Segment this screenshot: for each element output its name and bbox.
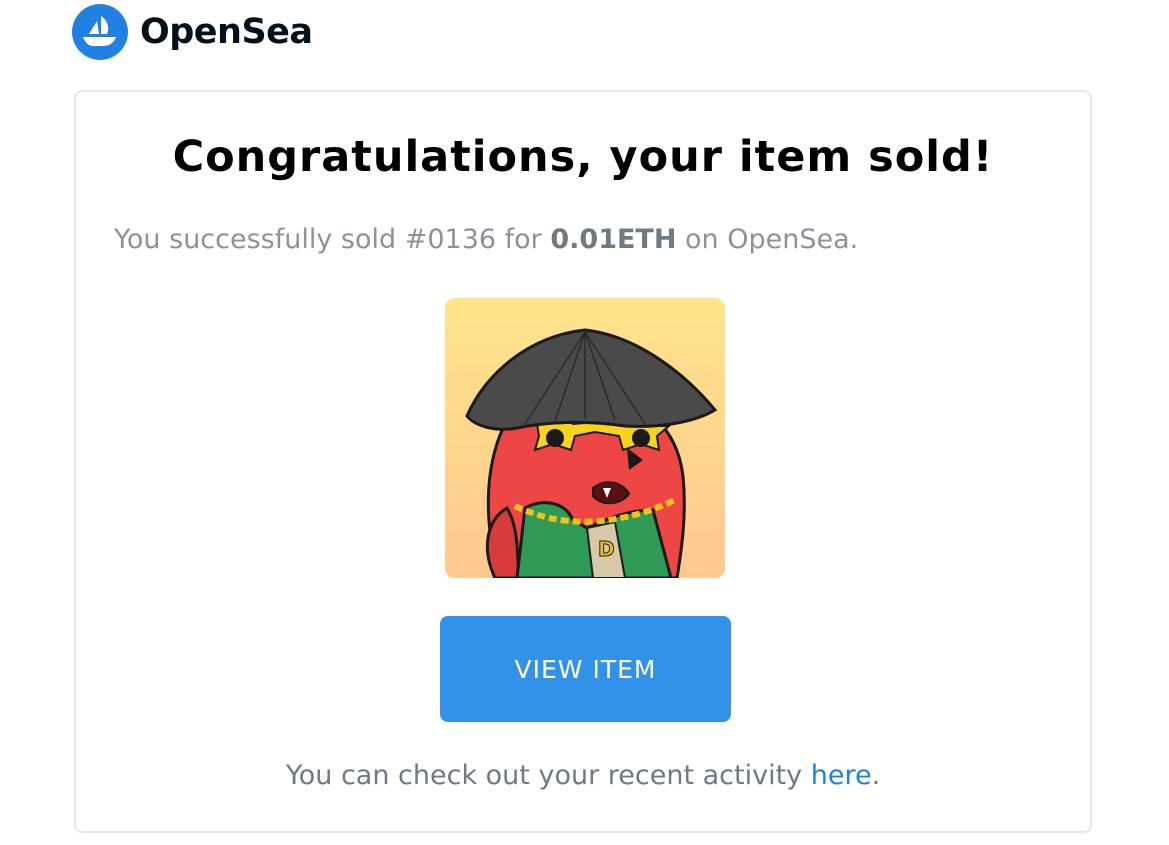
message-suffix: on OpenSea. (676, 224, 859, 255)
activity-note-text: You can check out your recent activity (285, 760, 811, 791)
brand-name[interactable]: OpenSea (140, 12, 313, 52)
activity-link[interactable]: here (811, 760, 872, 791)
message-prefix: You successfully sold #0136 for (114, 224, 551, 255)
email-card: Congratulations, your item sold! You suc… (74, 90, 1092, 833)
sale-message: You successfully sold #0136 for 0.01ETH … (114, 224, 858, 255)
email-page: OpenSea Congratulations, your item sold!… (0, 0, 1169, 845)
chain-letter: D (598, 537, 615, 561)
nft-image[interactable]: D (445, 298, 725, 578)
view-item-button[interactable]: VIEW ITEM (440, 616, 731, 722)
opensea-logo-icon[interactable] (72, 4, 128, 60)
sale-amount: 0.01ETH (550, 224, 677, 255)
page-title: Congratulations, your item sold! (172, 132, 994, 182)
header: OpenSea (72, 4, 313, 60)
nft-artwork: D (445, 298, 725, 578)
activity-note-period: . (871, 760, 881, 791)
activity-note: You can check out your recent activity h… (76, 760, 1090, 791)
